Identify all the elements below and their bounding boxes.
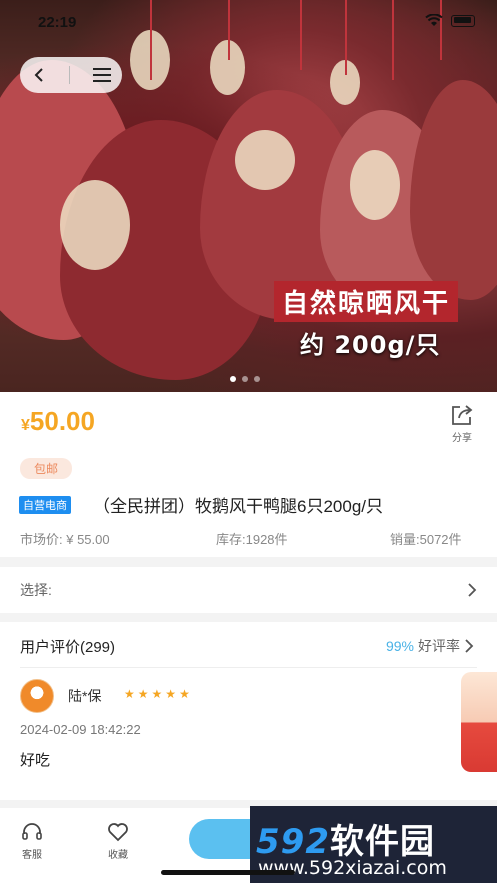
free-shipping-badge: 包邮 (20, 458, 73, 479)
good-rate-label: 好评率 (418, 638, 460, 654)
reviews-header: 用户评价(299) (20, 639, 116, 656)
watermark-logo: 592软件园 (256, 814, 435, 863)
star-icon: ★ (124, 687, 135, 701)
status-time: 22:19 (38, 14, 77, 31)
menu-icon[interactable] (92, 68, 111, 82)
watermark-logo-text: 软件园 (329, 822, 435, 862)
red-packet-float-icon[interactable] (461, 672, 497, 772)
divider (20, 667, 477, 668)
wifi-icon (425, 14, 443, 26)
chevron-right-icon (465, 639, 474, 653)
share-button[interactable]: 分享 (447, 404, 477, 444)
headset-icon (22, 823, 42, 840)
carousel-dot (254, 376, 260, 382)
reviewer-name: 陆*保 (68, 688, 102, 704)
reviews-section: 用户评价(299) 99% 好评率 陆*保 ★ ★ ★ ★ ★ 2024-02-0… (0, 622, 497, 800)
good-rate-link[interactable]: 99% 好评率 (386, 636, 474, 656)
carousel-dot (242, 376, 248, 382)
carousel-dot (230, 376, 236, 382)
nav-divider (69, 66, 71, 84)
review-text: 好吃 (20, 752, 51, 769)
product-price: ¥50.00 (21, 406, 95, 437)
spec-select-row[interactable]: 选择: (0, 567, 497, 613)
favorite-label: 收藏 (108, 850, 128, 861)
chevron-right-icon (468, 583, 477, 597)
favorite-button[interactable]: 收藏 (98, 822, 138, 861)
spec-select-label: 选择: (20, 582, 52, 598)
share-label: 分享 (452, 433, 472, 444)
self-operated-badge: 自营电商 (19, 496, 71, 514)
product-info-card: ¥50.00 分享 包邮 自营电商 （全民拼团）牧鹅风干鸭腿6只200g/只 市… (0, 392, 497, 557)
market-price: 市场价: ¥ 55.00 (20, 532, 110, 547)
star-icon: ★ (151, 687, 163, 701)
battery-icon (451, 14, 475, 27)
price-currency: ¥ (21, 417, 30, 434)
customer-service-button[interactable]: 客服 (12, 822, 52, 861)
stock-count: 库存:1928件 (216, 532, 288, 547)
heart-icon (108, 823, 128, 842)
reviewer-avatar (20, 679, 54, 713)
product-title: （全民拼团）牧鹅风干鸭腿6只200g/只 (93, 497, 383, 516)
watermark-url: www.592xiazai.com (258, 857, 447, 879)
carousel-indicator (230, 376, 260, 382)
customer-service-label: 客服 (22, 850, 42, 861)
star-icon: ★ (179, 687, 190, 701)
status-bar: 22:19 (0, 0, 497, 44)
good-rate-percent: 99% (385, 638, 414, 654)
watermark-logo-number: 592 (256, 822, 330, 862)
share-icon (452, 405, 473, 425)
image-overlay-subtitle: 约 200g/只 (300, 331, 441, 359)
star-icon: ★ (137, 687, 149, 701)
review-date: 2024-02-09 18:42:22 (20, 722, 141, 737)
image-overlay-title: 自然晾晒风干 (274, 281, 459, 322)
price-value: 50.00 (29, 406, 95, 436)
nav-capsule (20, 57, 122, 93)
home-indicator[interactable] (161, 870, 295, 875)
review-stars: ★ ★ ★ ★ ★ (124, 687, 190, 701)
back-icon[interactable] (31, 67, 47, 83)
sales-count: 销量:5072件 (390, 532, 462, 547)
star-icon: ★ (165, 687, 177, 701)
